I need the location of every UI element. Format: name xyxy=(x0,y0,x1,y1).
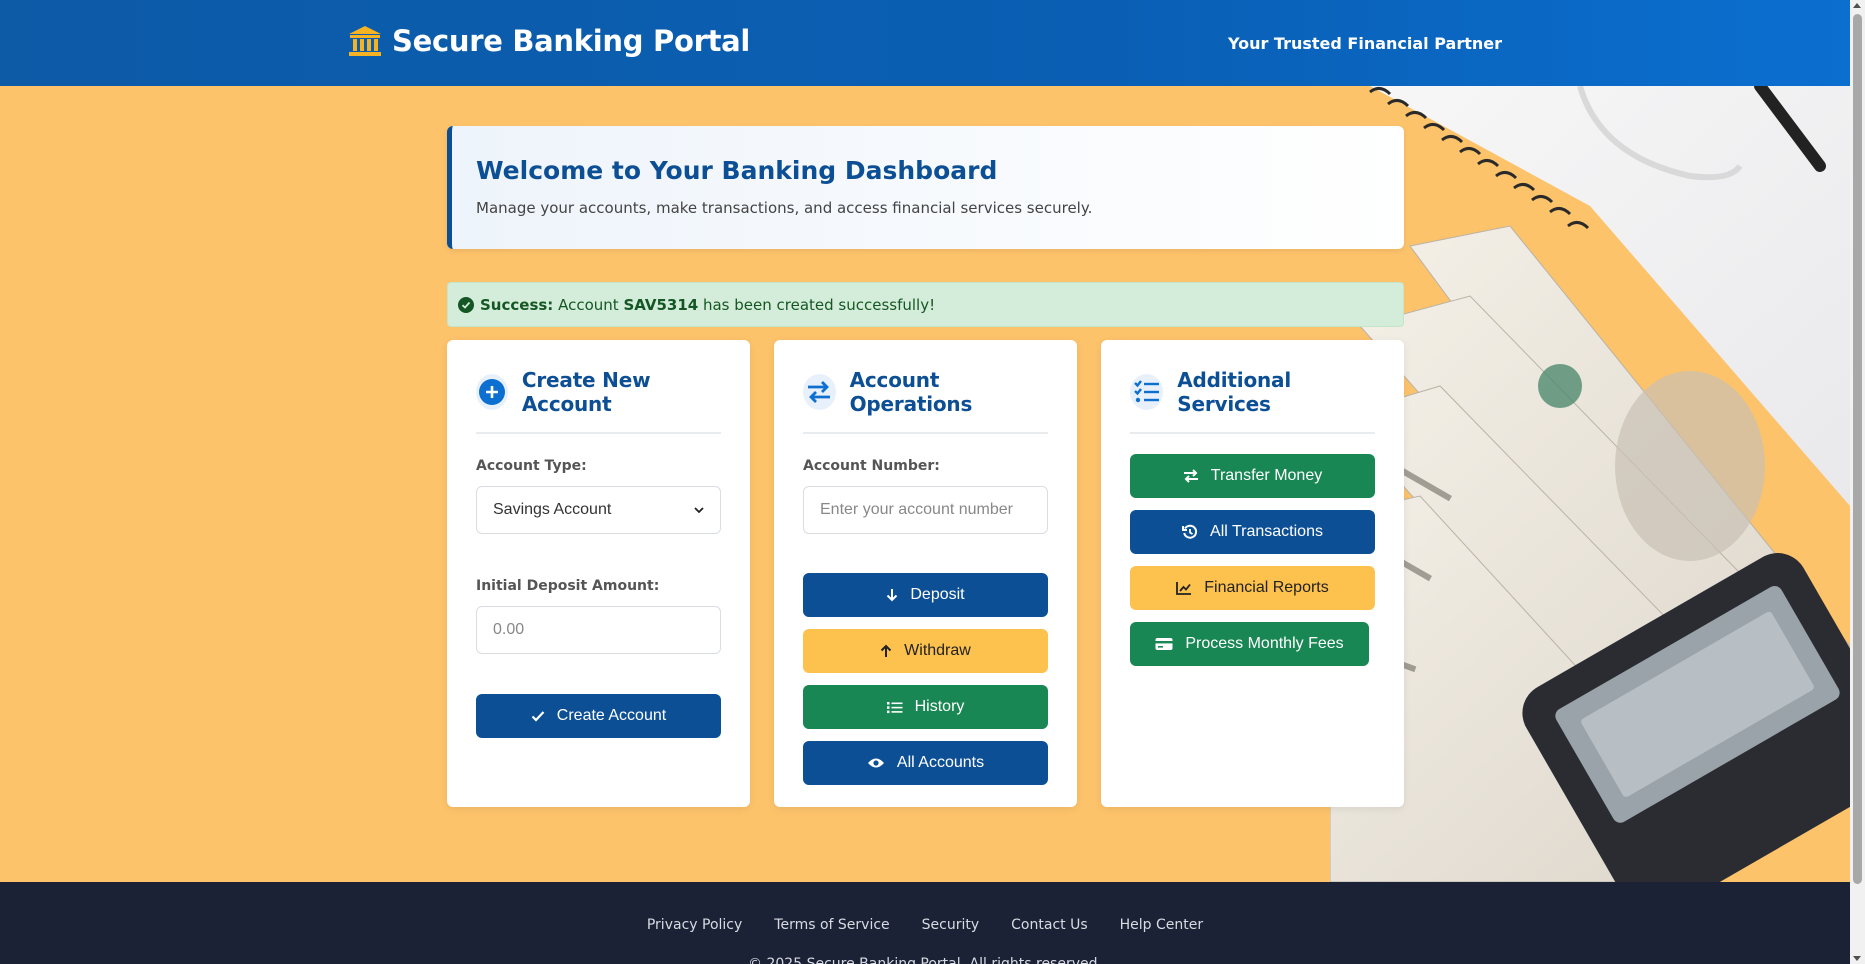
page-title: Welcome to Your Banking Dashboard xyxy=(476,156,998,185)
footer-link-privacy-policy[interactable]: Privacy Policy xyxy=(647,917,742,933)
line-chart-icon xyxy=(1176,581,1192,595)
alert-text-before: Account xyxy=(558,295,619,314)
brand-title: Secure Banking Portal xyxy=(392,24,751,58)
deposit-amount-placeholder: 0.00 xyxy=(493,621,525,638)
plus-circle-icon xyxy=(476,374,508,410)
withdraw-button[interactable]: Withdraw xyxy=(803,629,1048,673)
account-type-select[interactable]: Savings Account xyxy=(476,486,721,534)
welcome-banner: Welcome to Your Banking Dashboard Manage… xyxy=(447,126,1404,249)
deposit-button-label: Deposit xyxy=(910,586,965,603)
all-transactions-button[interactable]: All Transactions xyxy=(1130,510,1375,554)
card-header: Create New Account xyxy=(476,368,721,434)
arrow-up-icon xyxy=(880,644,892,658)
deposit-amount-input[interactable]: 0.00 xyxy=(476,606,721,654)
footer-copyright: © 2025 Secure Banking Portal. All rights… xyxy=(748,956,1102,964)
account-number-label: Account Number: xyxy=(803,458,940,474)
create-account-button[interactable]: Create Account xyxy=(476,694,721,738)
all-accounts-button[interactable]: All Accounts xyxy=(803,741,1048,785)
financial-reports-button-label: Financial Reports xyxy=(1204,579,1329,596)
success-alert: Success: Account SAV5314 has been create… xyxy=(447,282,1404,327)
account-number-input[interactable]: Enter your account number xyxy=(803,486,1048,534)
process-monthly-fees-button[interactable]: Process Monthly Fees xyxy=(1130,622,1369,666)
checklist-icon xyxy=(1130,374,1164,410)
card-title: Additional Services xyxy=(1177,368,1291,416)
page-scrollbar[interactable] xyxy=(1850,0,1865,964)
process-monthly-fees-button-label: Process Monthly Fees xyxy=(1185,635,1344,652)
footer-link-contact-us[interactable]: Contact Us xyxy=(1011,917,1087,933)
account-type-label: Account Type: xyxy=(476,458,587,474)
all-transactions-button-label: All Transactions xyxy=(1210,523,1323,540)
financial-reports-button[interactable]: Financial Reports xyxy=(1130,566,1375,610)
scroll-down-arrow-icon[interactable] xyxy=(1853,956,1861,961)
chevron-down-icon xyxy=(694,501,704,519)
cards-row: Create New Account Account Type: Savings… xyxy=(447,340,1404,807)
footer-link-terms-of-service[interactable]: Terms of Service xyxy=(774,917,889,933)
deposit-amount-label: Initial Deposit Amount: xyxy=(476,578,660,594)
create-account-card: Create New Account Account Type: Savings… xyxy=(447,340,750,807)
footer-link-help-center[interactable]: Help Center xyxy=(1120,917,1204,933)
page-subtitle: Manage your accounts, make transactions,… xyxy=(476,199,1093,217)
card-header: Additional Services xyxy=(1130,368,1375,434)
history-button-label: History xyxy=(914,698,965,715)
additional-services-card: Additional Services Transfer Money All T… xyxy=(1101,340,1404,807)
scroll-up-arrow-icon[interactable] xyxy=(1853,3,1861,8)
exchange-arrows-icon xyxy=(803,374,836,410)
alert-label: Success: xyxy=(480,295,554,314)
history-button[interactable]: History xyxy=(803,685,1048,729)
top-header: Secure Banking Portal Your Trusted Finan… xyxy=(0,0,1850,86)
arrow-down-icon xyxy=(886,588,898,602)
create-account-button-label: Create Account xyxy=(556,707,667,724)
brand[interactable]: Secure Banking Portal xyxy=(348,24,750,58)
exchange-arrows-icon xyxy=(1183,469,1199,483)
account-type-value: Savings Account xyxy=(493,501,612,518)
history-clock-icon xyxy=(1182,524,1198,540)
all-accounts-button-label: All Accounts xyxy=(896,754,985,771)
list-icon xyxy=(886,701,903,714)
tagline: Your Trusted Financial Partner xyxy=(1227,34,1502,53)
footer-link-security[interactable]: Security xyxy=(922,917,980,933)
check-circle-icon xyxy=(458,296,474,313)
transfer-money-button-label: Transfer Money xyxy=(1210,467,1323,484)
card-title: Account Operations xyxy=(849,368,973,416)
withdraw-button-label: Withdraw xyxy=(904,642,971,659)
desk-background-image xyxy=(1330,86,1850,882)
dashboard-main: Welcome to Your Banking Dashboard Manage… xyxy=(447,126,1404,807)
account-number-placeholder: Enter your account number xyxy=(820,501,1013,518)
bank-icon xyxy=(348,25,382,57)
deposit-button[interactable]: Deposit xyxy=(803,573,1048,617)
transfer-money-button[interactable]: Transfer Money xyxy=(1130,454,1375,498)
account-operations-card: Account Operations Account Number: Enter… xyxy=(774,340,1077,807)
alert-text-after: has been created successfully! xyxy=(702,295,936,314)
credit-card-icon xyxy=(1155,637,1173,651)
footer: Privacy Policy Terms of Service Security… xyxy=(0,882,1850,964)
eye-icon xyxy=(867,757,885,769)
alert-account-id: SAV5314 xyxy=(623,295,699,314)
card-title: Create New Account xyxy=(521,368,651,416)
card-header: Account Operations xyxy=(803,368,1048,434)
check-icon xyxy=(531,710,545,722)
footer-links: Privacy Policy Terms of Service Security… xyxy=(0,917,1850,933)
scrollbar-thumb[interactable] xyxy=(1853,14,1862,884)
